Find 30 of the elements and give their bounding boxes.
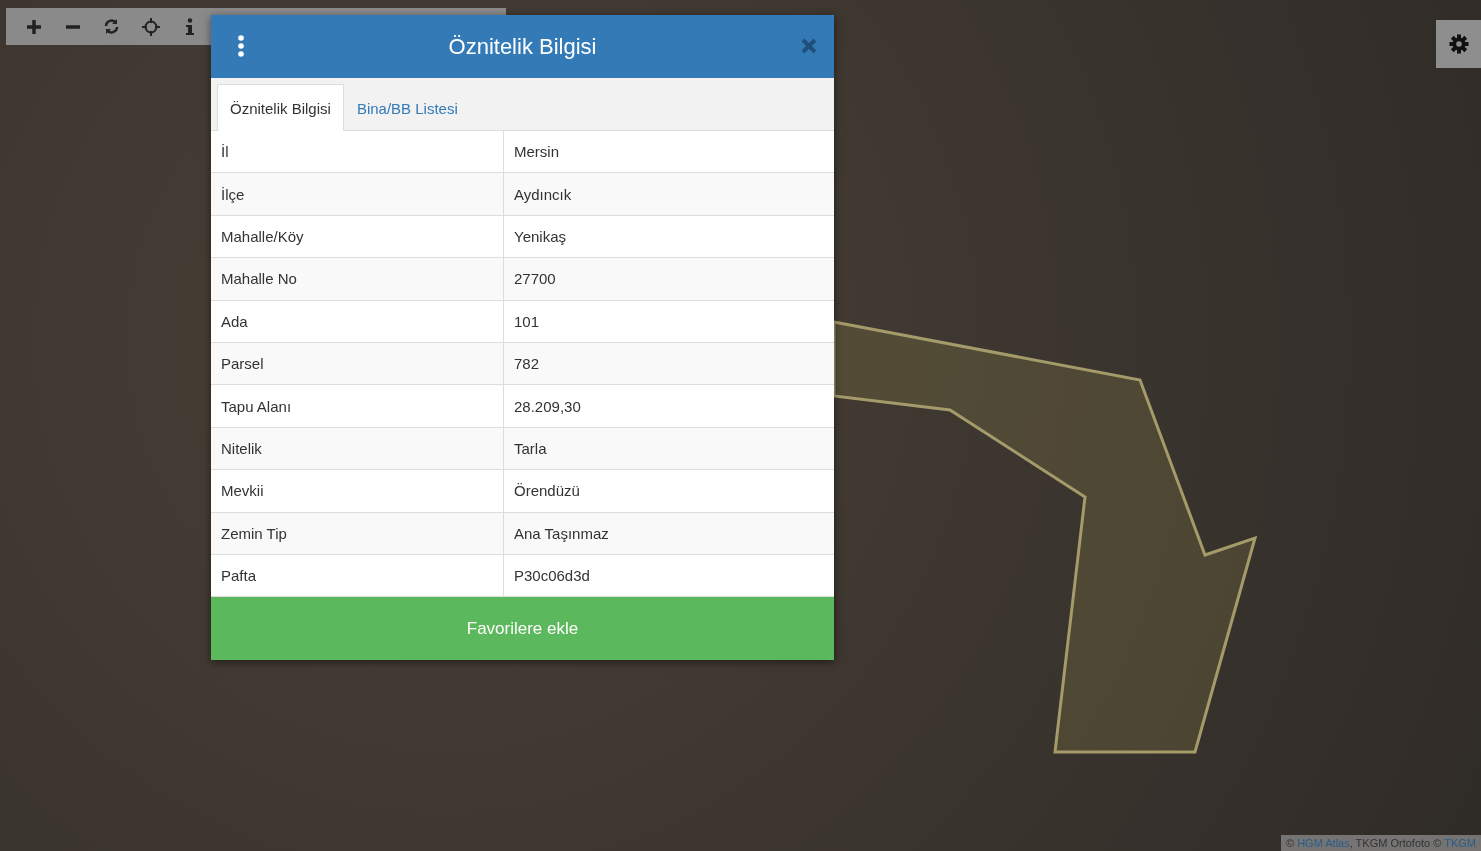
add-favorites-button[interactable]: Favorilere ekle	[211, 597, 834, 661]
attribution-link[interactable]: TKGM	[1444, 837, 1476, 849]
attribution-link[interactable]: HGM Atlas	[1297, 837, 1350, 849]
attribute-value: Yenikaş	[513, 226, 567, 247]
attribute-label: Ada	[211, 300, 504, 342]
attribute-value: Örendüzü	[513, 481, 581, 502]
tab[interactable]: Öznitelik Bilgisi	[217, 84, 344, 131]
attribute-value: Mersin	[513, 142, 560, 163]
attribute-label: Parsel	[211, 342, 504, 385]
attribute-value: 28.209,30	[513, 396, 582, 417]
settings-icon[interactable]	[1436, 20, 1481, 68]
map-attribution: © HGM Atlas, TKGM Ortofoto © TKGM	[1280, 835, 1481, 851]
attribute-value: 27700	[513, 269, 557, 290]
attribute-label: Mevkii	[211, 470, 504, 512]
attribute-label: Mahalle/Köy	[211, 215, 504, 258]
attribute-label: İlçe	[211, 173, 504, 215]
attribute-label: Tapu Alanı	[211, 385, 504, 427]
attribute-value: 782	[513, 354, 541, 375]
attribute-label: Nitelik	[211, 427, 504, 470]
attribute-value: Tarla	[513, 438, 548, 459]
tab[interactable]: Bina/BB Listesi	[343, 84, 471, 131]
attribute-value: Ana Taşınmaz	[513, 523, 610, 544]
attribute-label: Pafta	[211, 554, 504, 597]
attribute-label: Zemin Tip	[211, 512, 504, 554]
dialog-title: Öznitelik Bilgisi	[448, 33, 597, 60]
attribute-value: Aydıncık	[513, 184, 573, 205]
attribute-label: Mahalle No	[211, 258, 504, 300]
attribute-value: P30c06d3d	[513, 566, 591, 587]
attribute-value: 101	[513, 311, 541, 332]
attribute-label: İl	[211, 131, 504, 173]
